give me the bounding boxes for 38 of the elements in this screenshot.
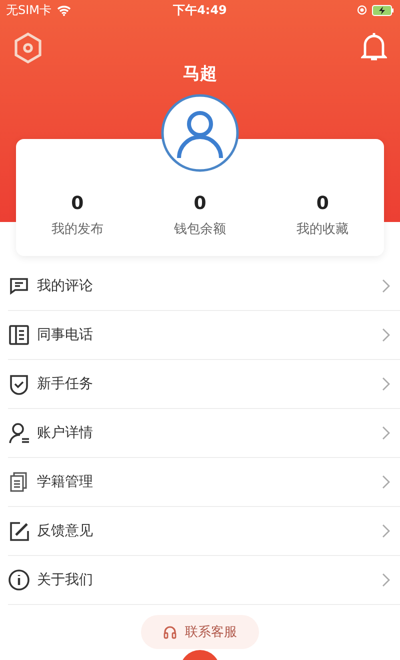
clock-time: 下午4:49 — [173, 2, 227, 18]
chevron-icon — [382, 524, 390, 538]
bell-icon[interactable] — [361, 32, 387, 62]
stat-label[interactable]: 我的发布 — [51, 220, 104, 238]
avatar-icon[interactable] — [161, 94, 239, 172]
chevron-icon — [382, 475, 390, 489]
chevron-icon — [382, 328, 390, 342]
menu-item[interactable]: 新手任务 — [8, 360, 400, 409]
user-list-icon — [8, 422, 30, 444]
chevron-icon — [382, 573, 390, 587]
info-icon — [8, 569, 30, 591]
address-book-icon — [8, 324, 30, 346]
menu-item[interactable]: 账户详情 — [8, 409, 400, 458]
lock-rotation-icon — [356, 5, 367, 15]
chevron-icon — [382, 426, 390, 440]
headset-icon — [163, 625, 177, 639]
documents-icon — [8, 471, 30, 493]
menu-item[interactable]: 关于我们 — [8, 556, 400, 605]
menu-item[interactable]: 我的评论 — [8, 262, 400, 311]
contact-support-button[interactable]: 联系客服 — [141, 615, 259, 649]
stat-label[interactable]: 钱包余额 — [174, 220, 226, 238]
menu-item[interactable]: 同事电话 — [8, 311, 400, 360]
carrier-label: 无SIM卡 — [6, 2, 52, 18]
battery-icon — [372, 4, 394, 16]
chevron-icon — [382, 377, 390, 391]
comment-icon — [8, 275, 30, 297]
stat-value: 0 — [194, 193, 206, 214]
menu-item[interactable]: 学籍管理 — [8, 458, 400, 507]
stat-value: 0 — [71, 193, 84, 214]
user-name: 马超 — [182, 63, 218, 85]
stat-label[interactable]: 我的收藏 — [296, 220, 349, 238]
menu-item[interactable]: 反馈意见 — [8, 507, 400, 556]
shield-check-icon — [8, 373, 30, 395]
edit-icon — [8, 520, 30, 542]
settings-icon[interactable] — [13, 32, 43, 64]
chevron-icon — [382, 279, 390, 293]
stat-value: 0 — [316, 193, 329, 214]
wifi-icon — [56, 4, 71, 16]
